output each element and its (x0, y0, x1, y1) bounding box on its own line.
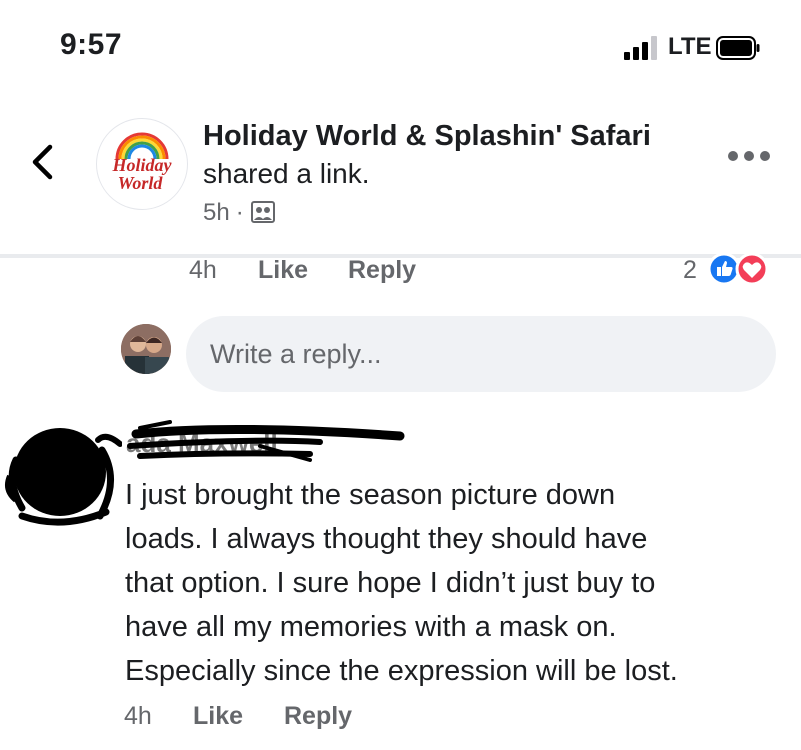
current-user-avatar (121, 324, 171, 374)
reply-like-button[interactable]: Like (258, 256, 308, 285)
name-redaction-scribble (127, 420, 405, 462)
comment-body: I just brought the season picture down l… (125, 473, 785, 693)
battery-icon (716, 36, 760, 60)
page-name-link[interactable]: Holiday World & Splashin' Safari (203, 120, 651, 153)
reply-reply-button[interactable]: Reply (348, 256, 416, 285)
holiday-world-logo: Holiday World (112, 132, 173, 193)
comment-like-button[interactable]: Like (193, 702, 243, 731)
reaction-count[interactable]: 2 (683, 256, 697, 285)
signal-strength-icon (624, 36, 657, 60)
back-chevron-icon[interactable] (28, 142, 56, 182)
comment-line: that option. I sure hope I didn’t just b… (125, 567, 656, 599)
comment-reply-button[interactable]: Reply (284, 702, 352, 731)
page-avatar[interactable]: Holiday World (96, 118, 188, 210)
more-options-icon[interactable] (726, 146, 772, 166)
comment-line: loads. I always thought they should have (125, 523, 648, 555)
post-time[interactable]: 5h (203, 199, 230, 226)
comment-line: I just brought the season picture down (125, 479, 616, 511)
logo-text-bottom: World (118, 173, 164, 193)
avatar-redaction-scribble (5, 428, 122, 526)
network-type-label: LTE (668, 33, 712, 60)
post-action-text: shared a link. (203, 158, 370, 189)
comment-line: Especially since the expression will be … (125, 655, 678, 687)
audience-icon[interactable] (250, 200, 276, 224)
meta-separator: · (235, 199, 244, 226)
comment-time[interactable]: 4h (124, 702, 152, 731)
logo-text-top: Holiday (112, 155, 173, 175)
write-reply-input[interactable] (186, 316, 776, 392)
comment-line: have all my memories with a mask on. (125, 611, 617, 643)
reply-time[interactable]: 4h (189, 256, 217, 285)
reactions-icon[interactable] (705, 252, 777, 286)
post-meta: 5h · (203, 199, 276, 227)
status-time: 9:57 (60, 28, 123, 61)
